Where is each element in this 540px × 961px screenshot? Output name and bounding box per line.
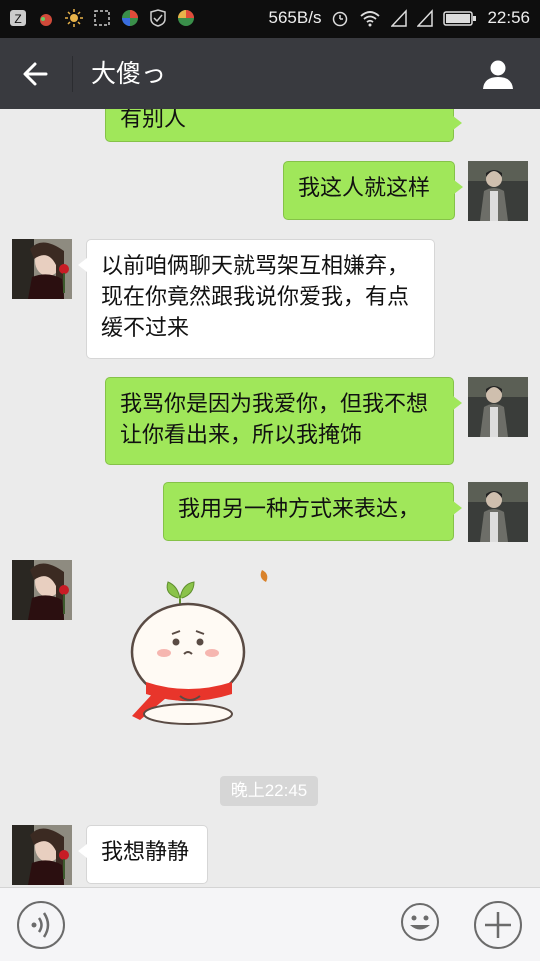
signal-icon-2: [417, 9, 434, 27]
message-bubble[interactable]: 我这人就这样: [283, 161, 463, 220]
message-bubble[interactable]: 有别人: [105, 109, 462, 142]
status-icons-left: Z: [8, 8, 196, 28]
message-bubble[interactable]: 以前咱俩聊天就骂架互相嫌弃，现在你竟然跟我说你爱我，有点缓不过来: [78, 239, 435, 359]
contact-info-button[interactable]: [482, 58, 514, 90]
contact-avatar[interactable]: [12, 560, 72, 620]
chat-header: 大傻っ: [0, 38, 540, 109]
message-bubble[interactable]: 我用另一种方式来表达，: [163, 482, 462, 541]
plus-icon: [474, 901, 522, 949]
back-button[interactable]: [18, 56, 54, 92]
screenshot-icon: [92, 8, 112, 28]
message-bubble[interactable]: 我骂你是因为我爱你，但我不想让你看出来，所以我掩饰: [105, 377, 462, 465]
message-text: 我用另一种方式来表达，: [178, 497, 421, 522]
status-bar: Z 565B/s 22:56: [0, 0, 540, 38]
app-icon-2: [148, 8, 168, 28]
battery-icon: [443, 11, 477, 26]
message-text: 以前咱俩聊天就骂架互相嫌弃，现在你竟然跟我说你爱我，有点缓不过来: [101, 254, 410, 341]
sad-bun-sticker[interactable]: [120, 564, 280, 734]
status-time: 22:56: [487, 8, 530, 27]
net-speed: 565B/s: [268, 8, 322, 27]
app-icon-3: [176, 8, 196, 28]
input-bar: [0, 887, 540, 961]
z-app-icon: Z: [8, 8, 28, 28]
contact-avatar[interactable]: [12, 825, 72, 885]
more-button[interactable]: [473, 900, 523, 950]
voice-icon: [17, 901, 65, 949]
emoji-icon: [401, 903, 439, 941]
chat-list[interactable]: 有别人 我这人就这样 以前咱俩聊天就骂架互相嫌弃，现在你竟然跟我说你爱我，有点缓…: [0, 109, 540, 887]
chat-title: 大傻っ: [91, 59, 167, 88]
message-bubble[interactable]: 我想静静: [78, 825, 208, 884]
back-arrow-icon: [23, 62, 48, 86]
timestamp-badge: 晚上22:45: [220, 776, 318, 806]
fruit-app-icon: [36, 8, 56, 28]
alarm-icon: [333, 11, 348, 27]
message-text: 我骂你是因为我爱你，但我不想让你看出来，所以我掩饰: [120, 392, 429, 448]
my-avatar[interactable]: [468, 377, 528, 437]
voice-button[interactable]: [16, 900, 66, 950]
emoji-button[interactable]: [400, 902, 440, 942]
wifi-icon: [360, 11, 381, 27]
my-avatar[interactable]: [468, 161, 528, 221]
status-icons-right: 565B/s 22:56: [269, 8, 530, 28]
message-text: 有别人: [120, 109, 187, 132]
header-divider: [72, 56, 73, 92]
svg-text:Z: Z: [14, 12, 21, 26]
signal-icon-1: [391, 9, 408, 27]
message-text: 我这人就这样: [298, 176, 431, 201]
brightness-icon: [64, 8, 84, 28]
my-avatar[interactable]: [468, 482, 528, 542]
person-icon: [483, 60, 513, 89]
message-text: 我想静静: [101, 840, 190, 865]
app-icon-1: [120, 8, 140, 28]
contact-avatar[interactable]: [12, 239, 72, 299]
